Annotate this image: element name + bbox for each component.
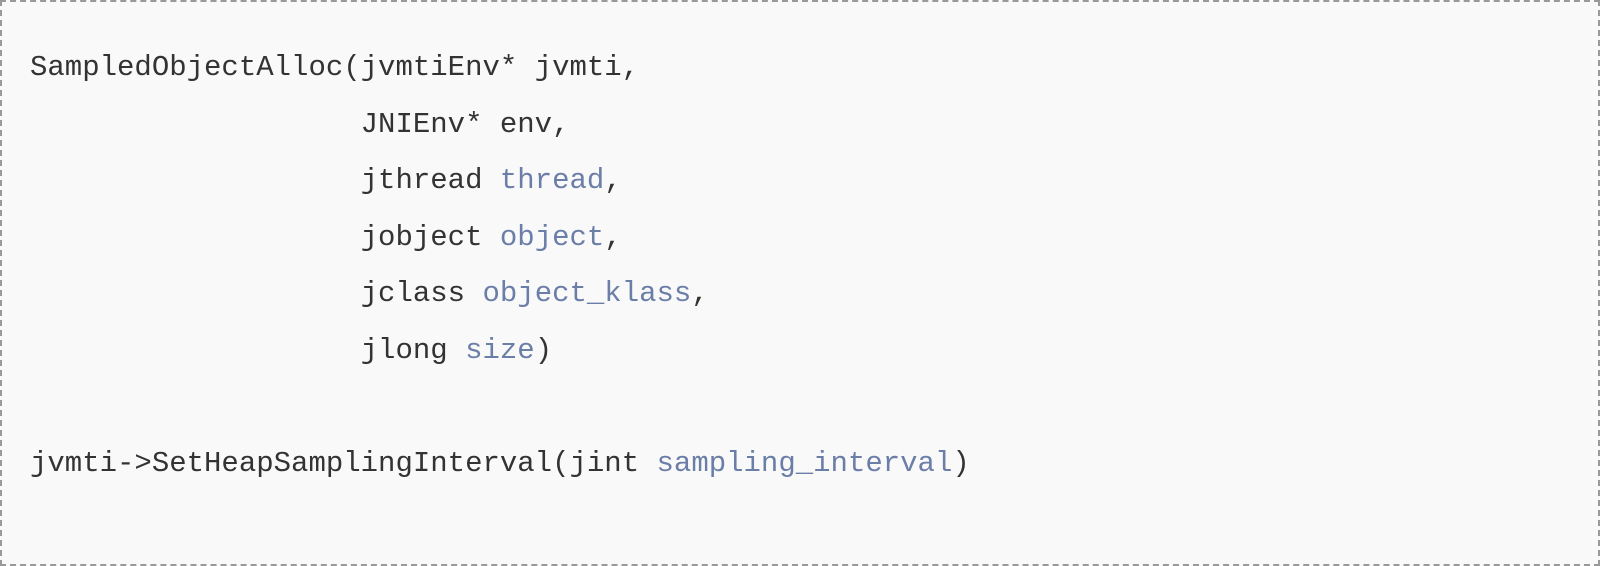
code-line-6-type: jlong — [30, 334, 465, 367]
code-line-4-end: , — [604, 221, 621, 254]
param-size: size — [465, 334, 535, 367]
code-line-8-end: ) — [952, 447, 969, 480]
code-line-2: JNIEnv* env, — [30, 108, 570, 141]
code-line-3-type: jthread — [30, 164, 500, 197]
param-object-klass: object_klass — [482, 277, 691, 310]
code-line-5-end: , — [691, 277, 708, 310]
param-thread: thread — [500, 164, 604, 197]
param-sampling-interval: sampling_interval — [657, 447, 953, 480]
code-line-5-type: jclass — [30, 277, 482, 310]
code-line-4-type: jobject — [30, 221, 500, 254]
code-block: SampledObjectAlloc(jvmtiEnv* jvmti, JNIE… — [0, 0, 1600, 566]
code-line-3-end: , — [604, 164, 621, 197]
code-line-6-end: ) — [535, 334, 552, 367]
code-line-1: SampledObjectAlloc(jvmtiEnv* jvmti, — [30, 51, 639, 84]
code-line-8-call: jvmti->SetHeapSamplingInterval(jint — [30, 447, 657, 480]
param-object: object — [500, 221, 604, 254]
